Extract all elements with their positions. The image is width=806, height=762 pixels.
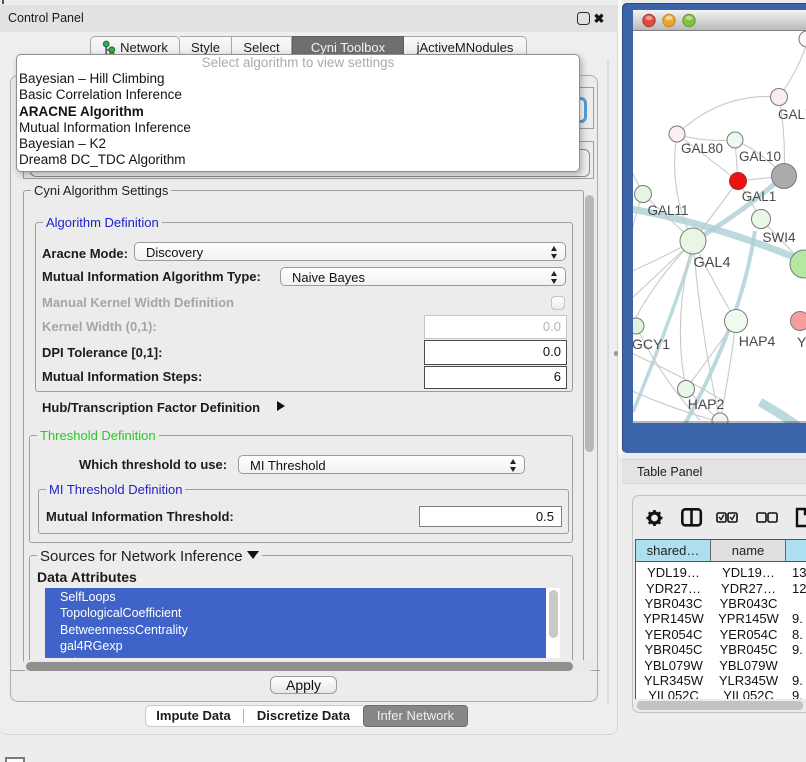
svg-text:GCY1: GCY1	[633, 336, 670, 352]
svg-text:YB: YB	[797, 334, 806, 350]
svg-text:GAL4: GAL4	[693, 255, 730, 271]
svg-text:GAL80: GAL80	[681, 141, 723, 156]
svg-text:GAL10: GAL10	[739, 149, 781, 164]
svg-text:GAL7: GAL7	[778, 107, 806, 122]
svg-text:GAL1: GAL1	[742, 189, 777, 204]
svg-text:HAP4: HAP4	[739, 333, 776, 349]
svg-text:SWI4: SWI4	[762, 230, 795, 245]
svg-text:GAL11: GAL11	[647, 203, 688, 218]
svg-text:HAP2: HAP2	[688, 396, 725, 412]
